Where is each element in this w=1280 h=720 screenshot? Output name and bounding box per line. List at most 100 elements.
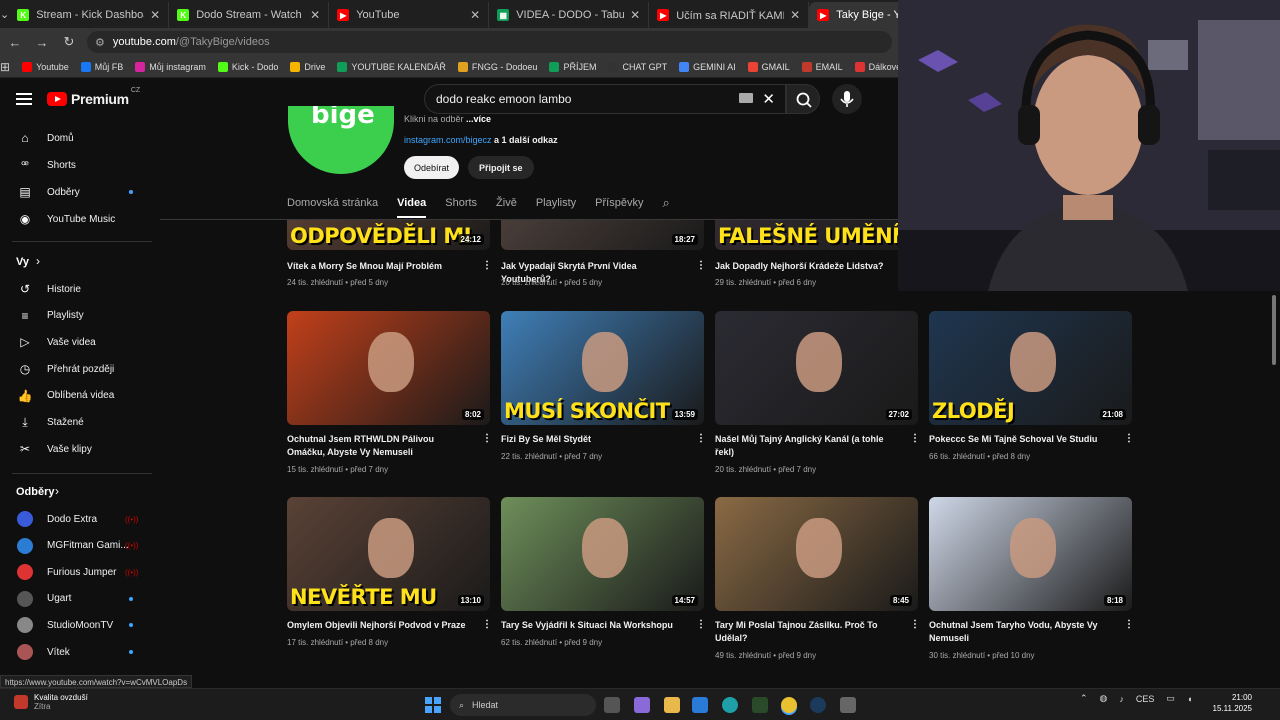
copilot-icon[interactable]	[634, 697, 650, 713]
browser-tab[interactable]: ▶ YouTube ✕	[329, 2, 490, 28]
bookmark-item[interactable]: PŘÍJEM	[549, 61, 596, 72]
search-button[interactable]	[786, 84, 820, 114]
sidebar-item-1[interactable]: ꟹ Shorts	[0, 152, 160, 178]
video-title[interactable]: Ochutnal Jsem RTHWLDN Pálivou Omáčku, Ab…	[287, 433, 472, 459]
video-title[interactable]: Tary Mi Poslal Tajnou Zásilku. Proč To U…	[715, 619, 900, 645]
apps-grid-icon[interactable]: ⊞	[0, 60, 10, 74]
more-options-icon[interactable]: ⋮	[1124, 433, 1134, 444]
video-thumbnail[interactable]: ZLODĚJ 21:08	[929, 311, 1132, 425]
bookmark-item[interactable]: Youtube	[22, 61, 69, 72]
browser-tab[interactable]: K Dodo Stream - Watch Live on Kick ✕	[169, 2, 330, 28]
terminal-icon[interactable]	[752, 697, 768, 713]
browser-tab[interactable]: ▶ Učím sa RIADIŤ KAMIÓN 🤠 To ✕	[649, 2, 810, 28]
bookmark-item[interactable]: FNGG - Dodoeu	[457, 61, 537, 72]
voice-search-button[interactable]	[832, 84, 862, 114]
microphone-tray-icon[interactable]: ♪	[1119, 694, 1124, 704]
language-indicator[interactable]: CES	[1136, 694, 1155, 704]
keyboard-icon[interactable]	[739, 93, 753, 103]
search-input[interactable]: dodo reakc emoon lambo ✕	[424, 84, 786, 114]
bookmark-item[interactable]: Můj instagram	[135, 61, 206, 72]
channel-tab[interactable]: Domovská stránka	[287, 197, 378, 218]
bookmark-item[interactable]: EMAIL	[801, 61, 843, 72]
video-thumbnail[interactable]: FALEŠNÉ UMĚNÍ?48	[715, 220, 918, 250]
calculator-icon[interactable]	[840, 697, 856, 713]
video-title[interactable]: Jak Dopadly Nejhorší Krádeže Lidstva?	[715, 260, 900, 273]
monitor-icon[interactable]: ▭	[1166, 693, 1175, 704]
channel-tab[interactable]: Živě	[496, 197, 517, 218]
video-title[interactable]: Vítek a Morry Se Mnou Mají Problém	[287, 260, 472, 273]
windows-start-icon[interactable]	[425, 697, 441, 713]
hamburger-menu-icon[interactable]	[16, 93, 32, 105]
more-options-icon[interactable]: ⋮	[482, 619, 492, 630]
more-options-icon[interactable]: ⋮	[910, 619, 920, 630]
page-scrollbar[interactable]	[1268, 291, 1280, 688]
video-thumbnail[interactable]: 8:18	[929, 497, 1132, 611]
url-field[interactable]: ⚙ youtube.com/@TakyBige/videos	[87, 31, 892, 53]
scrollbar-thumb[interactable]	[1272, 295, 1276, 365]
bookmark-item[interactable]: GEMINI AI	[679, 61, 736, 72]
task-view-icon[interactable]	[604, 697, 620, 713]
video-title[interactable]: Našel Můj Tajný Anglický Kanál (a tohle …	[715, 433, 900, 459]
youtube-logo[interactable]: Premium CZ	[47, 87, 140, 107]
video-thumbnail[interactable]: 14:57	[501, 497, 704, 611]
steam-icon[interactable]	[810, 697, 826, 713]
video-title[interactable]: Ochutnal Jsem Taryho Vodu, Abyste Vy Nem…	[929, 619, 1114, 645]
subscribe-button[interactable]: Odebírat	[404, 156, 460, 179]
video-title[interactable]: Pokeccc Se Mi Tajně Schoval Ve Studiu	[929, 433, 1114, 446]
channel-avatar[interactable]: bige	[288, 106, 394, 174]
video-title[interactable]: Tary Se Vyjádřil k Situaci Na Workshopu	[501, 619, 686, 632]
site-info-icon[interactable]: ⚙	[95, 36, 105, 49]
chrome-icon[interactable]	[781, 697, 797, 713]
close-tab-icon[interactable]: ✕	[630, 8, 640, 22]
weather-widget[interactable]: Kvalita ovzduší Zítra	[14, 693, 88, 711]
tab-search-chevron-icon[interactable]: ⌄	[0, 0, 9, 28]
browser-tab[interactable]: ▦ VIDEA - DODO - Tabulky Google ✕	[489, 2, 650, 28]
join-button[interactable]: Připojit se	[468, 156, 534, 179]
edge-icon[interactable]	[722, 697, 738, 713]
video-title[interactable]: Fizi By Se Měl Stydět	[501, 433, 686, 446]
channel-description[interactable]: Klikni na odběr ...více	[404, 114, 491, 124]
more-options-icon[interactable]: ⋮	[696, 433, 706, 444]
reload-icon[interactable]: ↻	[57, 34, 81, 50]
volume-icon[interactable]: ◖	[1187, 694, 1192, 704]
bookmark-item[interactable]: Drive	[290, 61, 325, 72]
video-thumbnail[interactable]: MUSÍ SKONČIT 13:59	[501, 311, 704, 425]
more-options-icon[interactable]: ⋮	[482, 260, 492, 271]
channel-tab[interactable]: Příspěvky	[595, 197, 643, 218]
bookmark-item[interactable]: Kick - Dodo	[217, 61, 278, 72]
clear-search-icon[interactable]: ✕	[762, 90, 775, 108]
browser-tab[interactable]: K Stream - Kick Dashboard ✕	[9, 2, 170, 28]
video-thumbnail[interactable]: 8:02	[287, 311, 490, 425]
bookmark-item[interactable]: Můj FB	[80, 61, 123, 72]
close-tab-icon[interactable]: ✕	[150, 8, 160, 22]
file-explorer-icon[interactable]	[664, 697, 680, 713]
video-thumbnail[interactable]: 8:45	[715, 497, 918, 611]
taskbar-search[interactable]: ⌕ Hledat	[450, 694, 596, 716]
more-options-icon[interactable]: ⋮	[482, 433, 492, 444]
outlook-icon[interactable]	[692, 697, 708, 713]
video-thumbnail[interactable]: 18:27	[501, 220, 704, 250]
close-tab-icon[interactable]: ✕	[470, 8, 480, 22]
close-tab-icon[interactable]: ✕	[790, 8, 800, 22]
channel-search-icon[interactable]: ⌕	[662, 195, 669, 218]
sidebar-item-0[interactable]: ⌂ Domů	[0, 125, 160, 151]
network-icon[interactable]: ◍	[1100, 693, 1108, 704]
channel-tab[interactable]: Videa	[397, 197, 427, 218]
close-tab-icon[interactable]: ✕	[310, 8, 320, 22]
more-options-icon[interactable]: ⋮	[696, 260, 706, 271]
channel-link[interactable]: instagram.com/bigecz a 1 další odkaz	[404, 135, 558, 145]
channel-tab[interactable]: Shorts	[445, 197, 477, 218]
more-options-icon[interactable]: ⋮	[696, 619, 706, 630]
tray-chevron-icon[interactable]: ⌃	[1080, 693, 1088, 704]
video-thumbnail[interactable]: 27:02	[715, 311, 918, 425]
back-icon[interactable]: ←	[3, 35, 27, 50]
video-thumbnail[interactable]: NEVĚŘTE MU 13:10	[287, 497, 490, 611]
bookmark-item[interactable]: Dálkové ovládání M...	[854, 61, 898, 72]
sidebar-item-2[interactable]: ▤ Odběry	[0, 179, 160, 205]
video-title[interactable]: Omylem Objevili Nejhorší Podvod v Praze	[287, 619, 472, 632]
bookmark-item[interactable]: CHAT GPT	[608, 61, 667, 72]
taskbar-clock[interactable]: 21:00 15.11.2025	[1212, 692, 1252, 714]
more-options-icon[interactable]: ⋮	[910, 433, 920, 444]
channel-tab[interactable]: Playlisty	[536, 197, 576, 218]
video-thumbnail[interactable]: ODPOVĚDĚLI MI 24:12	[287, 220, 490, 250]
